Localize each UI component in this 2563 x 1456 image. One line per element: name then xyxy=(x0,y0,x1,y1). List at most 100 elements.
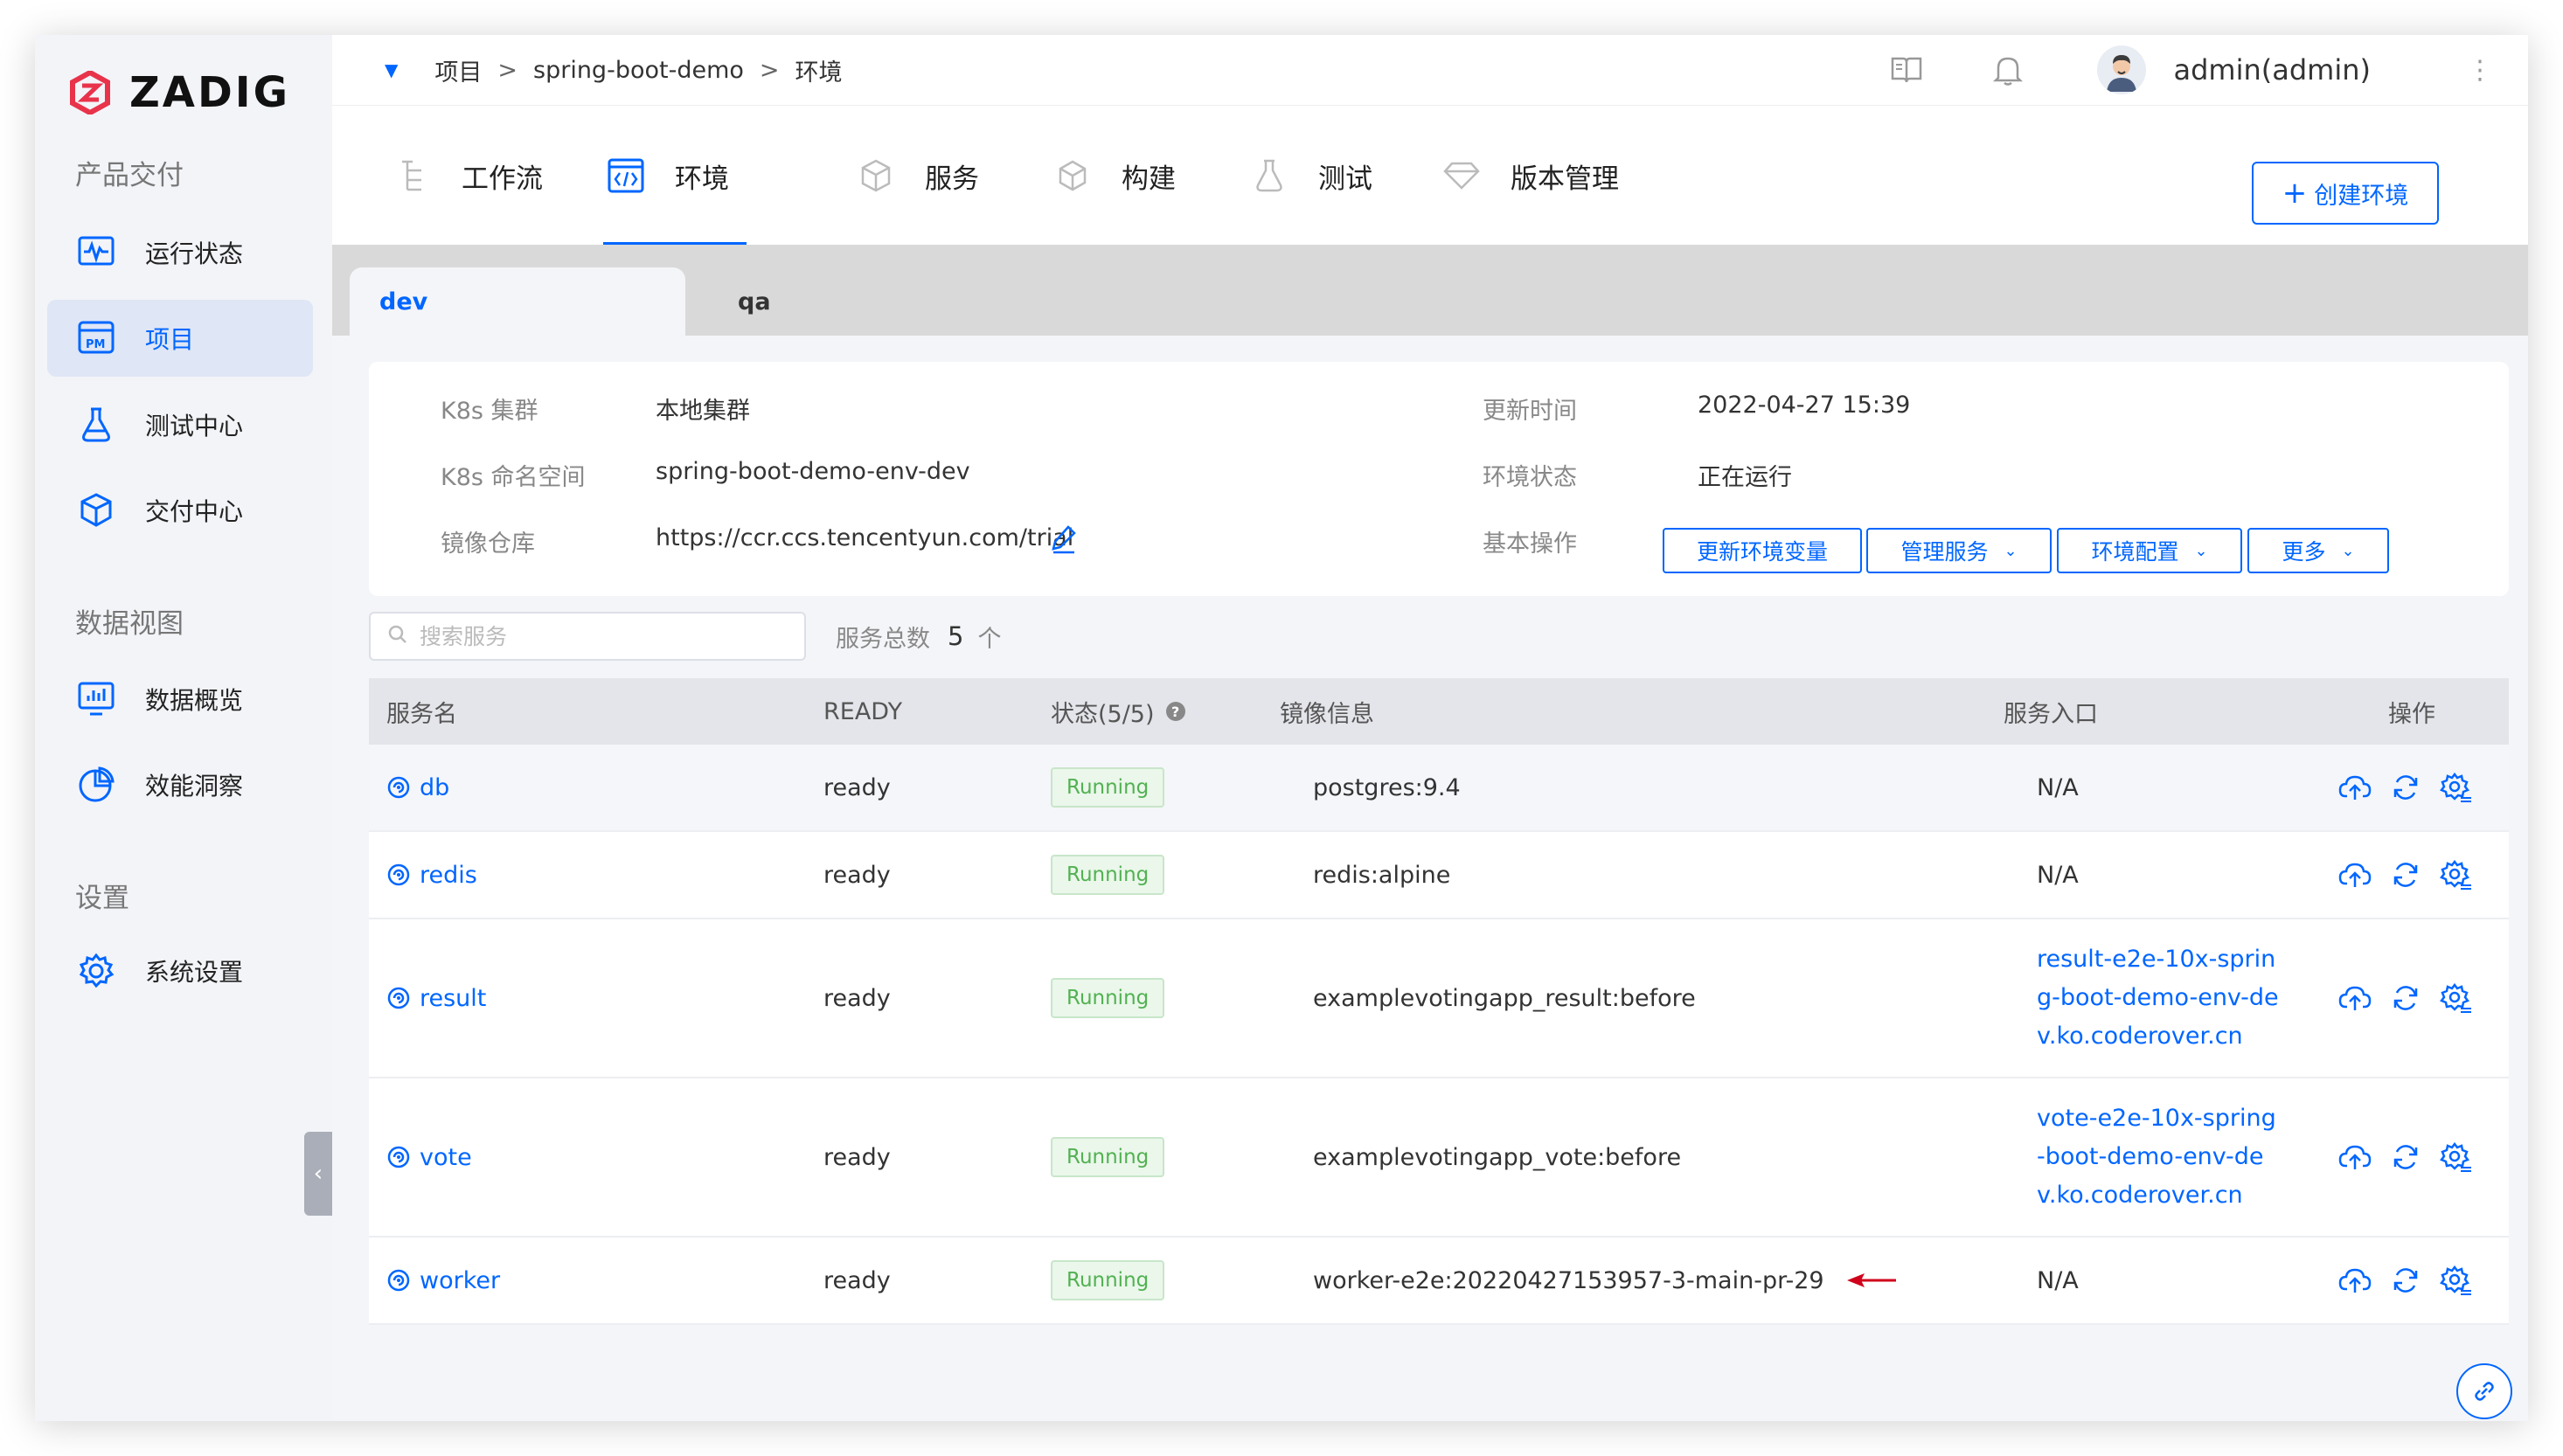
column-header-status-label: 状态(5/5) xyxy=(1051,700,1155,728)
link-icon xyxy=(2475,1382,2494,1401)
config-gear-icon[interactable] xyxy=(2437,768,2476,807)
chart-monitor-icon xyxy=(77,680,115,718)
service-entry-link[interactable]: v.ko.coderover.cn xyxy=(2037,1017,2243,1056)
section-title-data-view: 数据视图 xyxy=(75,608,184,640)
service-entry-link[interactable]: vote-e2e-10x-spring xyxy=(2037,1099,2276,1138)
table-body: db ready Running postgres:9.4 N/A redis ready R… xyxy=(369,745,2509,1325)
search-field[interactable] xyxy=(369,612,806,661)
create-environment-button[interactable]: + 创建环境 xyxy=(2252,162,2439,225)
service-name-link[interactable]: db xyxy=(386,774,449,801)
upload-icon[interactable] xyxy=(2336,856,2374,894)
service-entry-value: N/A xyxy=(2037,861,2079,889)
caret-down-icon[interactable]: ▼ xyxy=(385,59,398,80)
edit-icon[interactable] xyxy=(1051,524,1077,558)
image-cell: worker-e2e:20220427153957-3-main-pr-29 xyxy=(1313,1238,1898,1323)
ready-cell: ready xyxy=(823,861,891,889)
actions-cell xyxy=(2336,832,2488,918)
sidebar-item-data-overview[interactable]: 数据概览 xyxy=(47,661,313,738)
service-name-link[interactable]: result xyxy=(386,985,486,1012)
breadcrumb-item-project[interactable]: spring-boot-demo xyxy=(533,57,744,84)
monitor-wave-icon xyxy=(77,233,115,272)
config-gear-icon[interactable] xyxy=(2437,979,2476,1017)
help-icon[interactable]: ? xyxy=(1165,701,1186,722)
table-row: worker ready Running worker-e2e:20220427153… xyxy=(369,1238,2509,1325)
avatar[interactable] xyxy=(2096,45,2146,94)
image-cell: redis:alpine xyxy=(1313,832,1450,918)
restart-icon[interactable] xyxy=(2386,1138,2425,1176)
service-count-unit: 个 xyxy=(977,625,1002,653)
service-name-link[interactable]: worker xyxy=(386,1267,500,1294)
create-environment-label: 创建环境 xyxy=(2314,182,2409,210)
sidebar-item-delivery-center[interactable]: 交付中心 xyxy=(47,472,313,549)
k8s-namespace-value: spring-boot-demo-env-dev xyxy=(656,458,970,485)
upload-icon[interactable] xyxy=(2336,768,2374,807)
restart-icon[interactable] xyxy=(2386,979,2425,1017)
table-row: db ready Running postgres:9.4 N/A xyxy=(369,745,2509,832)
restart-icon[interactable] xyxy=(2386,768,2425,807)
more-vertical-icon[interactable]: ⋮ xyxy=(2467,55,2493,86)
service-name-link[interactable]: vote xyxy=(386,1144,472,1171)
tab-test[interactable]: 测试 xyxy=(1250,106,1372,246)
restart-icon[interactable] xyxy=(2386,856,2425,894)
service-count-value: 5 xyxy=(948,621,964,651)
env-config-dropdown[interactable]: 环境配置 ⌄ xyxy=(2057,528,2242,573)
sidebar-item-runtime-status[interactable]: 运行状态 xyxy=(47,214,313,291)
table-row: vote ready Running examplevotingapp_vote:be… xyxy=(369,1078,2509,1238)
restart-icon[interactable] xyxy=(2386,1261,2425,1300)
service-entry-link[interactable]: v.ko.coderover.cn xyxy=(2037,1176,2243,1215)
config-gear-icon[interactable] xyxy=(2437,1261,2476,1300)
service-name-link[interactable]: redis xyxy=(386,862,477,889)
sidebar-item-system-settings[interactable]: 系统设置 xyxy=(47,933,313,1009)
env-tab-qa[interactable]: qa xyxy=(708,267,1044,336)
config-gear-icon[interactable] xyxy=(2437,1138,2476,1176)
tab-service[interactable]: 服务 xyxy=(857,106,979,246)
env-tab-dev[interactable]: dev xyxy=(350,267,685,336)
user-name[interactable]: admin(admin) xyxy=(2174,53,2372,87)
update-env-vars-button[interactable]: 更新环境变量 xyxy=(1663,528,1862,573)
bell-icon[interactable] xyxy=(1989,51,2027,89)
updated-value: 2022-04-27 15:39 xyxy=(1698,392,1911,419)
cube-cluster-icon xyxy=(857,156,895,195)
config-gear-icon[interactable] xyxy=(2437,856,2476,894)
manage-services-dropdown[interactable]: 管理服务 ⌄ xyxy=(1866,528,2052,573)
app-window: ZADIG 产品交付 运行状态 PM 项目 测试中心 交付中心 数据视图 数据概… xyxy=(35,35,2528,1421)
book-icon[interactable] xyxy=(1887,51,1926,89)
environment-info-card: K8s 集群 本地集群 K8s 命名空间 spring-boot-demo-en… xyxy=(369,362,2509,596)
table-row: redis ready Running redis:alpine N/A xyxy=(369,832,2509,919)
k8s-cluster-label: K8s 集群 xyxy=(441,398,538,425)
tab-label: 服务 xyxy=(925,163,979,195)
cube-icon xyxy=(1053,156,1092,195)
column-header-status: 状态(5/5) ? xyxy=(1051,678,1186,745)
diamond-icon xyxy=(1442,156,1481,195)
breadcrumb-item-projects[interactable]: 项目 xyxy=(434,53,482,87)
service-entry-link[interactable]: -boot-demo-env-de xyxy=(2037,1138,2264,1176)
status-badge: Running xyxy=(1051,855,1165,895)
tab-workflow[interactable]: 工作流 xyxy=(393,106,543,246)
updated-label: 更新时间 xyxy=(1483,398,1577,425)
service-entry-link[interactable]: result-e2e-10x-sprin xyxy=(2037,940,2275,979)
tab-version-management[interactable]: 版本管理 xyxy=(1442,106,1619,246)
link-floating-button[interactable] xyxy=(2456,1363,2512,1419)
search-input[interactable] xyxy=(418,622,768,650)
ready-cell: ready xyxy=(823,1143,891,1171)
sidebar-item-efficiency-insight[interactable]: 效能洞察 xyxy=(47,746,313,823)
section-title-delivery: 产品交付 xyxy=(75,160,184,191)
column-header-entry: 服务入口 xyxy=(2004,700,2098,728)
sidebar-item-label: 系统设置 xyxy=(145,958,244,987)
sidebar-item-project[interactable]: PM 项目 xyxy=(47,300,313,377)
tab-build[interactable]: 构建 xyxy=(1053,106,1176,246)
sidebar-collapse-handle[interactable]: ‹ xyxy=(304,1132,332,1216)
tab-environment[interactable]: 环境 xyxy=(603,106,747,246)
upload-icon[interactable] xyxy=(2336,979,2374,1017)
breadcrumb: ▼ 项目 > spring-boot-demo > 环境 xyxy=(385,35,843,105)
service-icon xyxy=(386,1267,413,1293)
sidebar-item-test-center[interactable]: 测试中心 xyxy=(47,386,313,463)
top-right-tools: admin(admin) ⋮ xyxy=(1887,35,2493,105)
more-dropdown[interactable]: 更多 ⌄ xyxy=(2247,528,2389,573)
flask-icon xyxy=(77,406,115,444)
brand-logo[interactable]: ZADIG xyxy=(70,58,290,128)
upload-icon[interactable] xyxy=(2336,1138,2374,1176)
plus-icon: + xyxy=(2282,176,2308,211)
upload-icon[interactable] xyxy=(2336,1261,2374,1300)
service-entry-link[interactable]: g-boot-demo-env-de xyxy=(2037,979,2279,1017)
